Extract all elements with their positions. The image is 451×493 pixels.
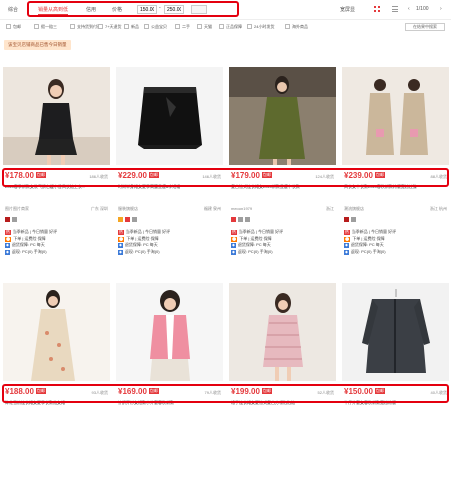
grid-view-icon[interactable] — [374, 6, 380, 12]
shop-name[interactable]: 潮流旗舰店 — [344, 206, 364, 211]
filter-cod[interactable]: 支持货到付款 — [70, 24, 101, 30]
shop-location: 浙江 — [326, 206, 334, 211]
badges — [118, 217, 139, 223]
next-page-icon[interactable]: › — [440, 6, 442, 12]
shop-row: meoon1979 浙江 — [231, 206, 334, 212]
section-label: 该宝贝店铺商品已售今日销量 — [4, 40, 71, 50]
product-image[interactable] — [342, 67, 449, 165]
badges — [5, 217, 19, 223]
service-badge-icon — [351, 217, 356, 222]
highlight-frame-price-row-1 — [2, 168, 449, 187]
filter-row: 包邮 假一赔三 支持货到付款 7+天退货 新品 公益宝贝 二手 天猫 正品保障 … — [0, 21, 451, 34]
service-badge-icon — [245, 217, 250, 222]
shop-badge-icon — [125, 217, 130, 222]
promo-lines: 热当季新品 | 今日销量 好评 ⬤ 下单 | 运费险 保障 ◆ 退货保障: PC 每… — [118, 229, 171, 255]
list-view-icon[interactable] — [392, 6, 398, 12]
highlight-frame-price-row-2 — [2, 384, 449, 403]
product-image[interactable] — [229, 67, 336, 165]
filter-tmall[interactable]: 天猫 — [197, 24, 212, 30]
filter-fake-compensation[interactable]: 假一赔三 — [34, 24, 57, 30]
promo-lines: 热当季新品 | 今日销量 好评 ⬤ 下单 | 运费险 保障 ◆ 退货保障: PC 每… — [344, 229, 397, 255]
service-badge-icon — [238, 217, 243, 222]
badges — [231, 217, 252, 223]
promo-lines: 热当季新品 | 今日销量 好评 ⬤ 下单 | 运费险 保障 ◆ 退货保障: PC 每… — [231, 229, 284, 255]
shop-row: 潮流旗舰店 浙江 杭州 — [344, 206, 447, 212]
service-badge-icon — [12, 217, 17, 222]
service-badge-icon — [132, 217, 137, 222]
product-image[interactable] — [3, 283, 110, 381]
shop-location: 广东 深圳 — [90, 206, 108, 211]
shop-row: 图片图片商家 广东 深圳 — [5, 206, 108, 212]
filter-free-shipping[interactable]: 包邮 — [6, 24, 21, 30]
filter-genuine[interactable]: 正品保障 — [219, 24, 242, 30]
filter-charity[interactable]: 公益宝贝 — [144, 24, 167, 30]
sort-default[interactable]: 综合 — [8, 6, 18, 13]
view-mode-dropdown[interactable]: 宽屏显 — [340, 6, 355, 13]
crown-badge-icon — [118, 217, 123, 222]
promo-lines: 热当季新品 | 今日销量 好评 ⬤ 下单 | 运费险 保障 ◆ 退货保障: PC 每… — [5, 229, 58, 255]
product-image[interactable] — [229, 283, 336, 381]
highlight-frame-toolbar — [27, 1, 239, 17]
prev-page-icon[interactable]: ‹ — [408, 6, 410, 12]
shop-name[interactable]: 服装旗舰店 — [118, 206, 138, 211]
shop-name[interactable]: 图片图片商家 — [5, 206, 29, 211]
shop-row: 服装旗舰店 福建 泉州 — [118, 206, 221, 212]
shop-badge-icon — [231, 217, 236, 222]
shop-location: 福建 泉州 — [203, 206, 221, 211]
shop-badge-icon — [344, 217, 349, 222]
badges — [344, 217, 358, 223]
shop-location: 浙江 杭州 — [429, 206, 447, 211]
page-indicator: 1/100 — [416, 6, 429, 12]
filter-second-hand[interactable]: 二手 — [175, 24, 190, 30]
filter-new[interactable]: 新品 — [124, 24, 139, 30]
product-image[interactable] — [116, 67, 223, 165]
product-image[interactable] — [3, 67, 110, 165]
filter-24h-ship[interactable]: 24小时发货 — [247, 24, 274, 30]
shop-name[interactable]: meoon1979 — [231, 206, 252, 211]
product-image[interactable] — [116, 283, 223, 381]
product-image[interactable] — [342, 283, 449, 381]
filter-overseas[interactable]: 海外商品 — [285, 24, 308, 30]
search-within-results[interactable]: 在结果中搜索 — [405, 23, 445, 31]
filter-7day-return[interactable]: 7+天退货 — [98, 24, 122, 30]
shop-badge-icon — [5, 217, 10, 222]
